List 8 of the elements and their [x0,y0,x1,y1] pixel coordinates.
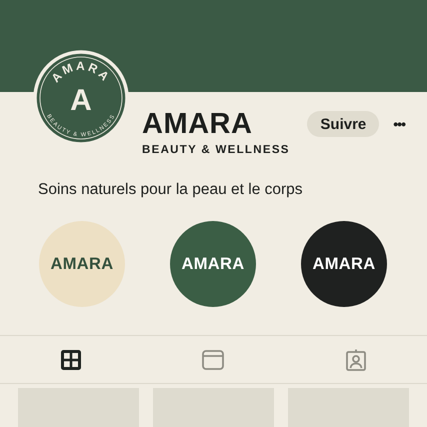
follow-button[interactable]: Suivre [307,111,380,137]
more-button[interactable]: ••• [393,116,405,132]
brand-name: AMARA [142,108,254,140]
story-highlight[interactable]: AMARA [39,221,125,307]
brand-subtitle: BEAUTY & WELLNESS [142,144,291,156]
story-highlight[interactable]: AMARA [301,221,387,307]
story-highlight[interactable]: AMARA [170,221,256,307]
bio-text: Soins naturels pour la peau et le corps [38,181,304,199]
